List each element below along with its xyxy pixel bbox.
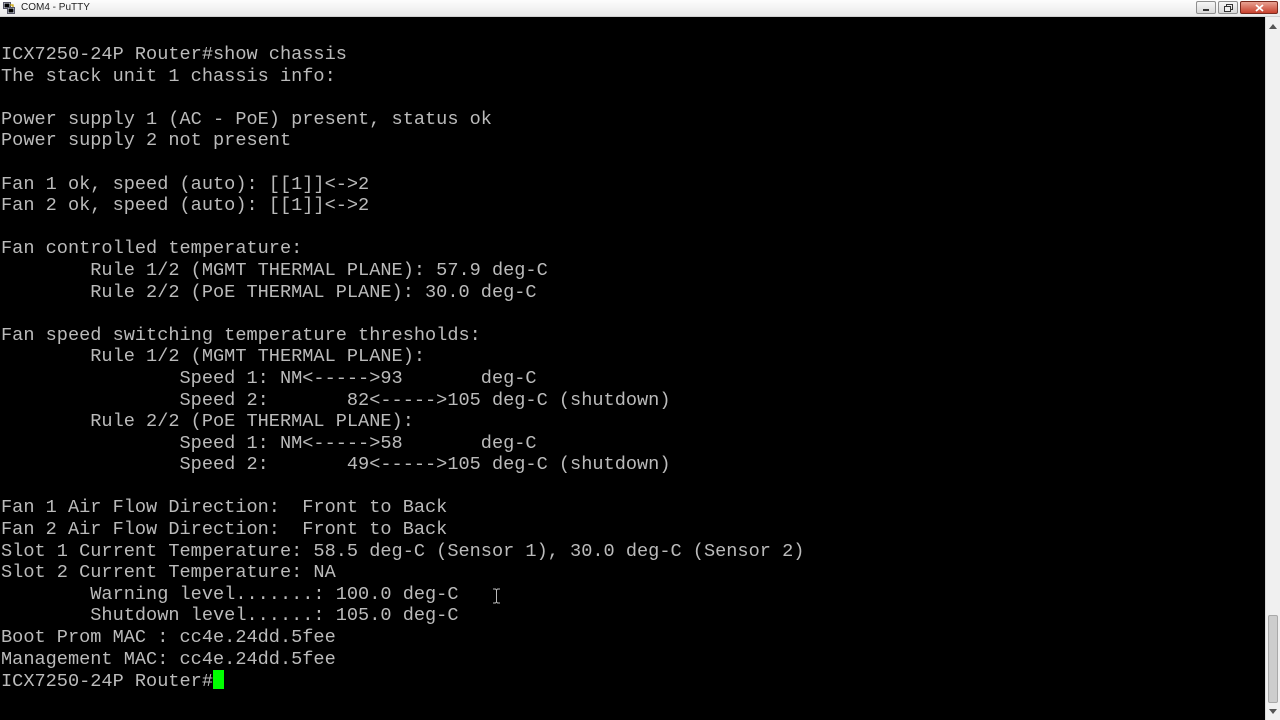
terminal-line: Speed 2: 82<----->105 deg-C (shutdown) bbox=[1, 389, 671, 411]
terminal-line: Rule 2/2 (PoE THERMAL PLANE): bbox=[1, 411, 414, 433]
scrollbar-thumb[interactable] bbox=[1268, 615, 1278, 703]
terminal-line: Speed 1: NM<----->93 deg-C bbox=[1, 367, 537, 389]
window-controls bbox=[1196, 1, 1278, 15]
terminal-line: The stack unit 1 chassis info: bbox=[1, 65, 336, 87]
vertical-scrollbar[interactable] bbox=[1265, 17, 1280, 720]
terminal-line: Slot 2 Current Temperature: NA bbox=[1, 562, 336, 584]
putty-window: COM4 - PuTTY ICX7250-24P Router#show cha… bbox=[0, 0, 1280, 720]
window-title: COM4 - PuTTY bbox=[21, 2, 90, 13]
title-bar[interactable]: COM4 - PuTTY bbox=[0, 0, 1280, 17]
scroll-down-button[interactable] bbox=[1266, 703, 1280, 719]
terminal-line: Fan 2 Air Flow Direction: Front to Back bbox=[1, 519, 448, 541]
terminal-line: Shutdown level......: 105.0 deg-C bbox=[1, 605, 459, 627]
restore-icon bbox=[1223, 3, 1233, 12]
terminal-area[interactable]: ICX7250-24P Router#show chassis The stac… bbox=[0, 17, 1265, 720]
scroll-up-button[interactable] bbox=[1266, 18, 1280, 34]
terminal-line: Boot Prom MAC : cc4e.24dd.5fee bbox=[1, 627, 336, 649]
terminal-line: Management MAC: cc4e.24dd.5fee bbox=[1, 648, 336, 670]
terminal-line: Warning level.......: 100.0 deg-C bbox=[1, 583, 459, 605]
terminal-output: ICX7250-24P Router#show chassis The stac… bbox=[1, 44, 804, 692]
terminal-line: Slot 1 Current Temperature: 58.5 deg-C (… bbox=[1, 540, 805, 562]
terminal-line: Fan controlled temperature: bbox=[1, 238, 303, 260]
terminal-line: ICX7250-24P Router#show chassis bbox=[1, 44, 347, 65]
putty-icon bbox=[3, 2, 15, 14]
minimize-button[interactable] bbox=[1196, 1, 1216, 14]
arrow-up-icon bbox=[1269, 23, 1277, 29]
terminal-line: Fan 1 ok, speed (auto): [[1]]<->2 bbox=[1, 173, 370, 195]
text-cursor-ibeam-icon bbox=[493, 588, 500, 604]
terminal-line: Fan 1 Air Flow Direction: Front to Back bbox=[1, 497, 448, 519]
prompt-line: ICX7250-24P Router# bbox=[1, 670, 804, 692]
terminal-line: Rule 1/2 (MGMT THERMAL PLANE): bbox=[1, 346, 426, 368]
command-prompt: ICX7250-24P Router# bbox=[1, 671, 214, 693]
terminal-line: Speed 1: NM<----->58 deg-C bbox=[1, 432, 537, 454]
arrow-down-icon bbox=[1269, 708, 1277, 714]
close-icon bbox=[1254, 3, 1264, 12]
text-cursor bbox=[213, 670, 225, 690]
maximize-button[interactable] bbox=[1218, 1, 1238, 14]
terminal-line: Speed 2: 49<----->105 deg-C (shutdown) bbox=[1, 454, 671, 476]
terminal-line: Rule 2/2 (PoE THERMAL PLANE): 30.0 deg-C bbox=[1, 281, 537, 303]
terminal-line: Fan 2 ok, speed (auto): [[1]]<->2 bbox=[1, 195, 370, 217]
minimize-icon bbox=[1203, 8, 1209, 11]
terminal-line: Power supply 2 not present bbox=[1, 130, 292, 152]
terminal-line: Fan speed switching temperature threshol… bbox=[1, 324, 481, 346]
close-button[interactable] bbox=[1240, 1, 1278, 14]
terminal-line: Rule 1/2 (MGMT THERMAL PLANE): 57.9 deg-… bbox=[1, 259, 548, 281]
terminal-line: Power supply 1 (AC - PoE) present, statu… bbox=[1, 108, 492, 130]
